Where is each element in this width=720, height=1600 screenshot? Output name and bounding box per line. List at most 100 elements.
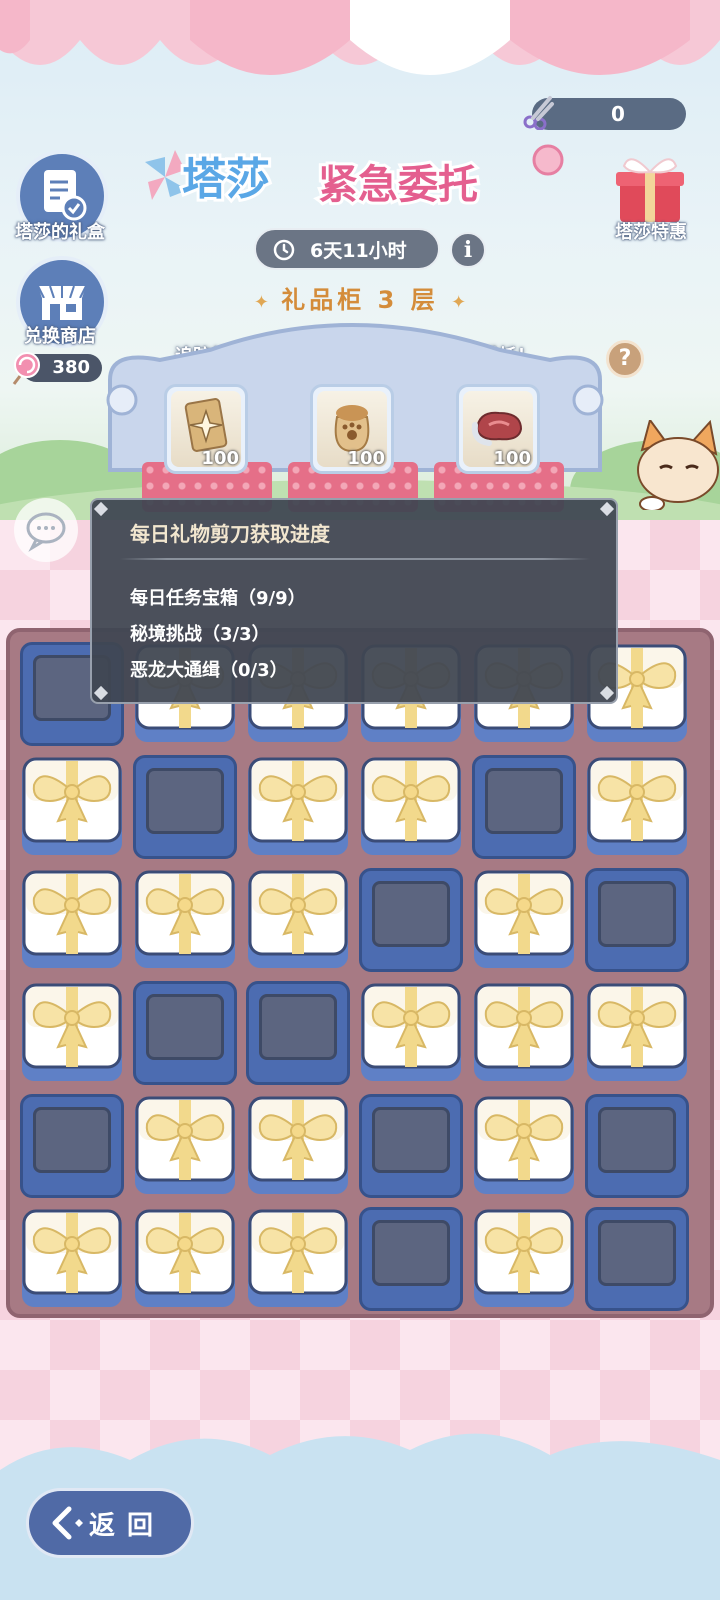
gift-box-icon bbox=[472, 868, 576, 972]
back-button[interactable]: 返回 bbox=[26, 1488, 194, 1558]
gift-deal-label: 塔莎特惠 bbox=[615, 222, 687, 243]
info-button[interactable]: i bbox=[450, 232, 486, 268]
gift-box-label: 塔莎的礼盒 bbox=[15, 222, 105, 243]
board-cell[interactable] bbox=[133, 1207, 237, 1311]
board-cell[interactable] bbox=[133, 755, 237, 859]
gift-box-icon bbox=[246, 868, 350, 972]
reward-count: 100 bbox=[201, 448, 239, 469]
gift-box-icon bbox=[359, 981, 463, 1085]
board-cell[interactable] bbox=[472, 868, 576, 972]
gift-box-icon bbox=[585, 981, 689, 1085]
card-icon bbox=[184, 398, 228, 452]
board-cell[interactable] bbox=[359, 1207, 463, 1311]
board-cell[interactable] bbox=[20, 755, 124, 859]
title-part1: 塔莎 bbox=[182, 154, 270, 205]
question-icon: ? bbox=[618, 346, 632, 371]
board-cell[interactable] bbox=[472, 755, 576, 859]
floor-text: 礼品柜 3 层 bbox=[281, 286, 439, 314]
opened-box-icon bbox=[359, 1207, 463, 1311]
board-cell[interactable] bbox=[585, 1207, 689, 1311]
board-cell[interactable] bbox=[359, 755, 463, 859]
board-cell[interactable] bbox=[246, 981, 350, 1085]
tooltip-title: 每日礼物剪刀获取进度 bbox=[130, 522, 330, 546]
reward-card-1[interactable]: 100 bbox=[164, 384, 248, 474]
chat-bubble-icon bbox=[26, 512, 66, 552]
back-arrow-icon bbox=[52, 1506, 83, 1540]
reward-count: 100 bbox=[493, 448, 531, 469]
lollipop-icon bbox=[532, 144, 564, 176]
board-cell[interactable] bbox=[359, 981, 463, 1085]
board-cell[interactable] bbox=[585, 981, 689, 1085]
gift-box-icon bbox=[246, 755, 350, 859]
board-cell[interactable] bbox=[585, 868, 689, 972]
gift-box-icon bbox=[20, 868, 124, 972]
reward-count: 100 bbox=[347, 448, 385, 469]
gift-box-icon bbox=[20, 981, 124, 1085]
opened-box-icon bbox=[359, 868, 463, 972]
lollipop-currency-icon bbox=[12, 352, 40, 385]
opened-box-icon bbox=[472, 755, 576, 859]
board-cell[interactable] bbox=[359, 868, 463, 972]
tooltip-item-dragon-bounty: 恶龙大通缉（0/3） bbox=[130, 660, 288, 681]
board-cell[interactable] bbox=[20, 868, 124, 972]
scissors-icon bbox=[523, 96, 554, 130]
gift-box-icon bbox=[20, 1207, 124, 1311]
board-cell[interactable] bbox=[246, 868, 350, 972]
scissor-count: 0 bbox=[611, 102, 625, 126]
tooltip-item-daily-chest: 每日任务宝箱（9/9） bbox=[130, 588, 306, 609]
gift-board bbox=[6, 628, 714, 1318]
board-cell[interactable] bbox=[585, 1094, 689, 1198]
timer-text: 6天11小时 bbox=[310, 240, 407, 262]
board-cell[interactable] bbox=[472, 1094, 576, 1198]
corner-ornament bbox=[599, 501, 615, 517]
paw-bag-icon bbox=[334, 405, 370, 453]
chat-button[interactable] bbox=[14, 498, 78, 562]
gift-deal-button[interactable] bbox=[610, 148, 690, 228]
corner-ornament bbox=[93, 501, 109, 517]
gift-box-icon bbox=[133, 1094, 237, 1198]
opened-box-icon bbox=[585, 1207, 689, 1311]
board-cell[interactable] bbox=[246, 755, 350, 859]
info-icon: i bbox=[463, 237, 473, 263]
gift-box-icon bbox=[133, 1207, 237, 1311]
opened-box-icon bbox=[20, 1094, 124, 1198]
board-cell[interactable] bbox=[359, 1094, 463, 1198]
board-cell[interactable] bbox=[133, 981, 237, 1085]
reward-card-2[interactable]: 100 bbox=[310, 384, 394, 474]
opened-box-icon bbox=[246, 981, 350, 1085]
gift-box-icon bbox=[246, 1207, 350, 1311]
tooltip-item-domain-challenge: 秘境挑战（3/3） bbox=[130, 624, 270, 645]
board-cell[interactable] bbox=[246, 1207, 350, 1311]
gift-box-icon bbox=[133, 868, 237, 972]
opened-box-icon bbox=[585, 868, 689, 972]
board-cell[interactable] bbox=[472, 1207, 576, 1311]
sparkle-left-icon: ✦ bbox=[253, 292, 269, 313]
opened-box-icon bbox=[585, 1094, 689, 1198]
board-cell[interactable] bbox=[246, 1094, 350, 1198]
cat-mascot bbox=[637, 420, 719, 510]
gift-box-icon bbox=[585, 755, 689, 859]
opened-box-icon bbox=[133, 981, 237, 1085]
board-cell[interactable] bbox=[20, 1094, 124, 1198]
sparkle-right-icon: ✦ bbox=[451, 292, 467, 313]
gift-box-icon bbox=[359, 755, 463, 859]
back-label: 返回 bbox=[89, 1511, 166, 1541]
corner-ornament bbox=[93, 685, 109, 701]
clock-icon bbox=[273, 239, 295, 261]
canopy-decoration bbox=[0, 0, 720, 75]
board-cell[interactable] bbox=[133, 868, 237, 972]
gift-box-icon bbox=[472, 1207, 576, 1311]
board-cell[interactable] bbox=[20, 1207, 124, 1311]
scissors-progress-tooltip: 每日礼物剪刀获取进度 每日任务宝箱（9/9） 秘境挑战（3/3） 恶龙大通缉（0… bbox=[90, 498, 618, 704]
board-cell[interactable] bbox=[20, 981, 124, 1085]
gift-box-icon bbox=[472, 981, 576, 1085]
board-cell[interactable] bbox=[472, 981, 576, 1085]
board-cell[interactable] bbox=[133, 1094, 237, 1198]
board-cell[interactable] bbox=[585, 755, 689, 859]
corner-ornament bbox=[599, 685, 615, 701]
reward-card-3[interactable]: 100 bbox=[456, 384, 540, 474]
gift-box-icon bbox=[20, 755, 124, 859]
title-part2: 紧急委托 bbox=[318, 162, 478, 208]
tooltip-divider bbox=[120, 558, 590, 560]
help-button[interactable]: ? bbox=[606, 340, 644, 378]
